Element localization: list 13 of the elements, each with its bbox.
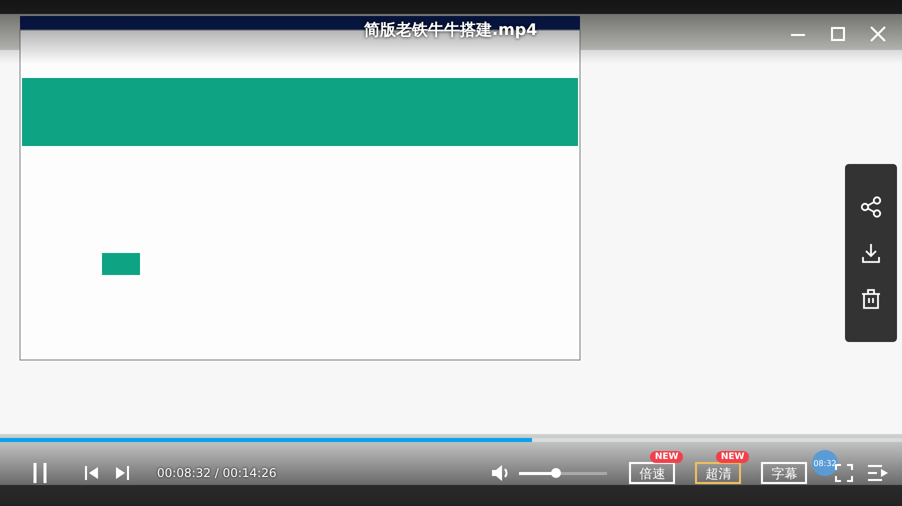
new-badge: NEW (650, 451, 684, 463)
previous-icon[interactable] (85, 465, 99, 481)
option-button[interactable]: 字幕 (761, 462, 808, 484)
video-title: 简版老铁牛牛搭建.mp4 (364, 20, 538, 41)
new-badge: NEW (716, 451, 750, 463)
share-icon[interactable] (860, 196, 882, 218)
trash-icon[interactable] (860, 288, 882, 310)
playback-time: 00:08:32 / 00:14:26 (157, 466, 276, 480)
next-icon[interactable] (115, 465, 129, 481)
fullscreen-icon[interactable] (835, 464, 854, 482)
download-icon[interactable] (860, 242, 882, 264)
pause-icon[interactable] (33, 463, 47, 483)
playlist-icon[interactable] (867, 464, 890, 482)
